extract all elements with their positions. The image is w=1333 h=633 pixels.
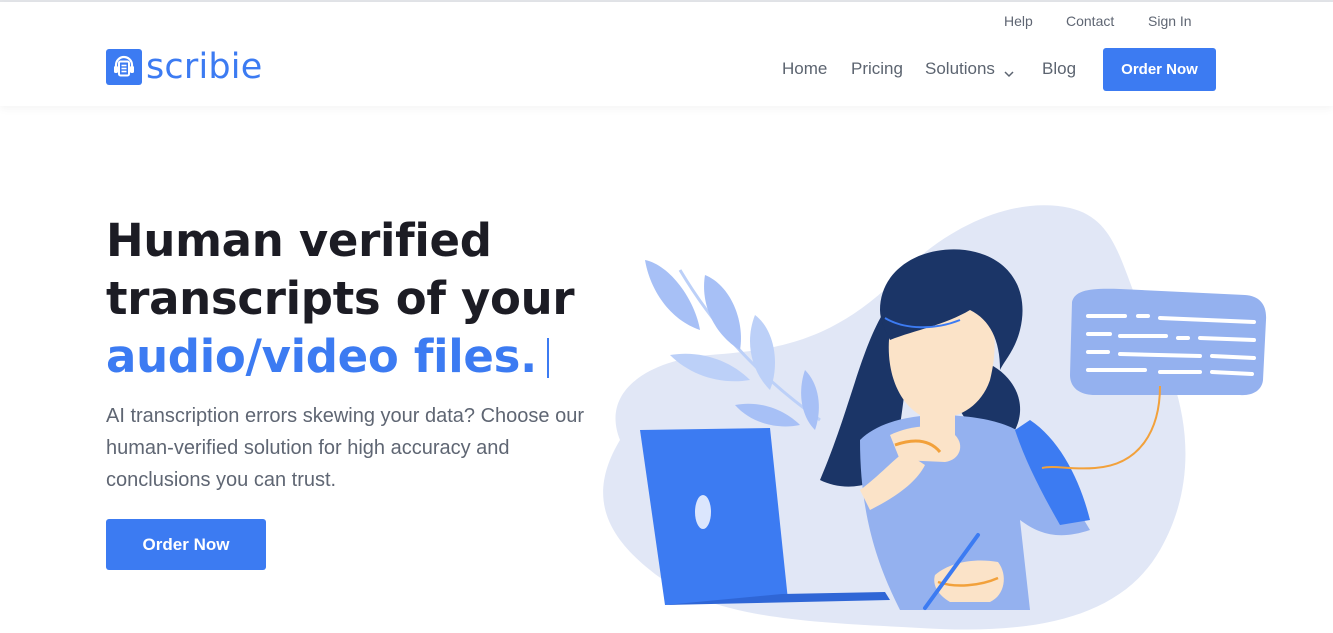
contact-link[interactable]: Contact bbox=[1066, 13, 1114, 29]
help-link[interactable]: Help bbox=[1004, 13, 1033, 29]
hero-title-line2: transcripts of your bbox=[106, 272, 575, 325]
order-now-hero-button[interactable]: Order Now bbox=[106, 519, 266, 570]
order-now-nav-button[interactable]: Order Now bbox=[1103, 48, 1216, 91]
woman-at-laptop-illustration bbox=[603, 205, 1267, 630]
hero-title: Human verified transcripts of your audio… bbox=[106, 212, 626, 386]
nav-blog[interactable]: Blog bbox=[1042, 59, 1076, 79]
hero-title-accent-text: audio/video files. bbox=[106, 330, 537, 383]
typing-cursor bbox=[546, 338, 549, 378]
nav-solutions[interactable]: Solutions bbox=[925, 59, 995, 79]
chevron-down-icon[interactable] bbox=[1003, 65, 1015, 83]
utility-nav: Help Contact Sign In bbox=[0, 13, 1333, 33]
site-header: Help Contact Sign In scribie Home Pricin… bbox=[0, 2, 1333, 106]
hero-description: AI transcription errors skewing your dat… bbox=[106, 405, 585, 491]
nav-home[interactable]: Home bbox=[782, 59, 827, 79]
hero-title-line1: Human verified bbox=[106, 214, 492, 267]
logo-text: scribie bbox=[146, 47, 263, 87]
nav-pricing[interactable]: Pricing bbox=[851, 59, 903, 79]
laptop bbox=[640, 428, 788, 605]
sign-in-link[interactable]: Sign In bbox=[1148, 13, 1192, 29]
headphones-document-icon bbox=[106, 49, 142, 85]
scribie-logo[interactable]: scribie bbox=[106, 48, 262, 86]
hero-title-accent: audio/video files. bbox=[106, 328, 565, 386]
